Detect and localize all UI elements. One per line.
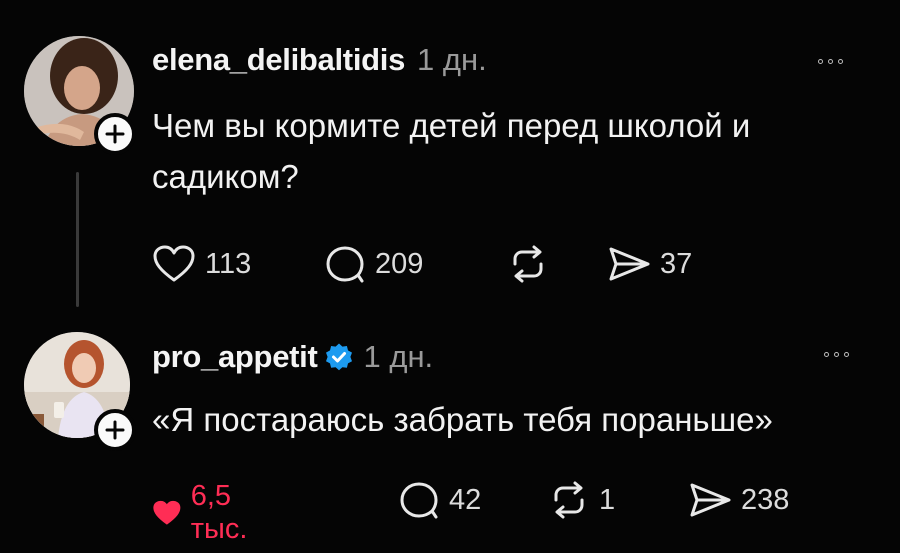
comment-icon	[400, 482, 438, 519]
post-text-line: Чем вы кормите детей перед школой и	[152, 107, 751, 144]
repost-button[interactable]	[507, 244, 558, 284]
repost-icon	[554, 481, 584, 519]
post-2: pro_appetit 1 дн. «Я постараюсь забрать …	[0, 330, 900, 553]
like-button[interactable]: 113	[152, 244, 251, 284]
plus-icon	[105, 420, 125, 440]
repost-count: 1	[599, 483, 616, 516]
follow-plus-button[interactable]	[94, 113, 136, 155]
more-icon[interactable]	[818, 59, 843, 64]
verified-badge-icon	[325, 343, 352, 371]
comment-count: 209	[375, 247, 424, 280]
like-button[interactable]: 6,5 тыс.	[152, 480, 262, 546]
post-1: elena_delibaltidis 1 дн. Чем вы кормите …	[0, 0, 900, 330]
comment-button[interactable]: 209	[324, 244, 423, 284]
more-icon[interactable]	[824, 352, 849, 357]
share-button[interactable]: 37	[607, 244, 692, 284]
heart-icon	[153, 245, 195, 282]
comment-button[interactable]: 42	[398, 480, 481, 520]
like-count: 113	[205, 247, 252, 280]
share-icon	[609, 247, 650, 281]
username[interactable]: elena_delibaltidis	[152, 42, 405, 78]
post-header: pro_appetit 1 дн.	[152, 339, 433, 375]
timestamp: 1 дн.	[417, 42, 487, 77]
username[interactable]: pro_appetit	[152, 339, 318, 375]
timestamp: 1 дн.	[363, 339, 434, 374]
comment-count: 42	[449, 483, 482, 516]
share-button[interactable]: 238	[688, 480, 789, 520]
share-icon	[690, 483, 731, 517]
repost-icon	[513, 245, 543, 283]
comment-icon	[326, 246, 364, 283]
repost-button[interactable]: 1	[548, 480, 615, 520]
post-text-line: садиком?	[152, 158, 299, 195]
thread-line	[76, 172, 79, 307]
post-header: elena_delibaltidis 1 дн.	[152, 42, 487, 78]
post-text: «Я постараюсь забрать тебя пораньше»	[152, 394, 773, 445]
post-text: Чем вы кормите детей перед школой и сади…	[152, 100, 750, 202]
share-count: 238	[741, 483, 790, 516]
like-count: 6,5 тыс.	[190, 480, 248, 545]
post-text-line: «Я постараюсь забрать тебя пораньше»	[152, 401, 773, 438]
heart-icon	[153, 500, 181, 525]
plus-icon	[105, 124, 125, 144]
share-count: 37	[660, 247, 693, 280]
follow-plus-button[interactable]	[94, 409, 136, 451]
